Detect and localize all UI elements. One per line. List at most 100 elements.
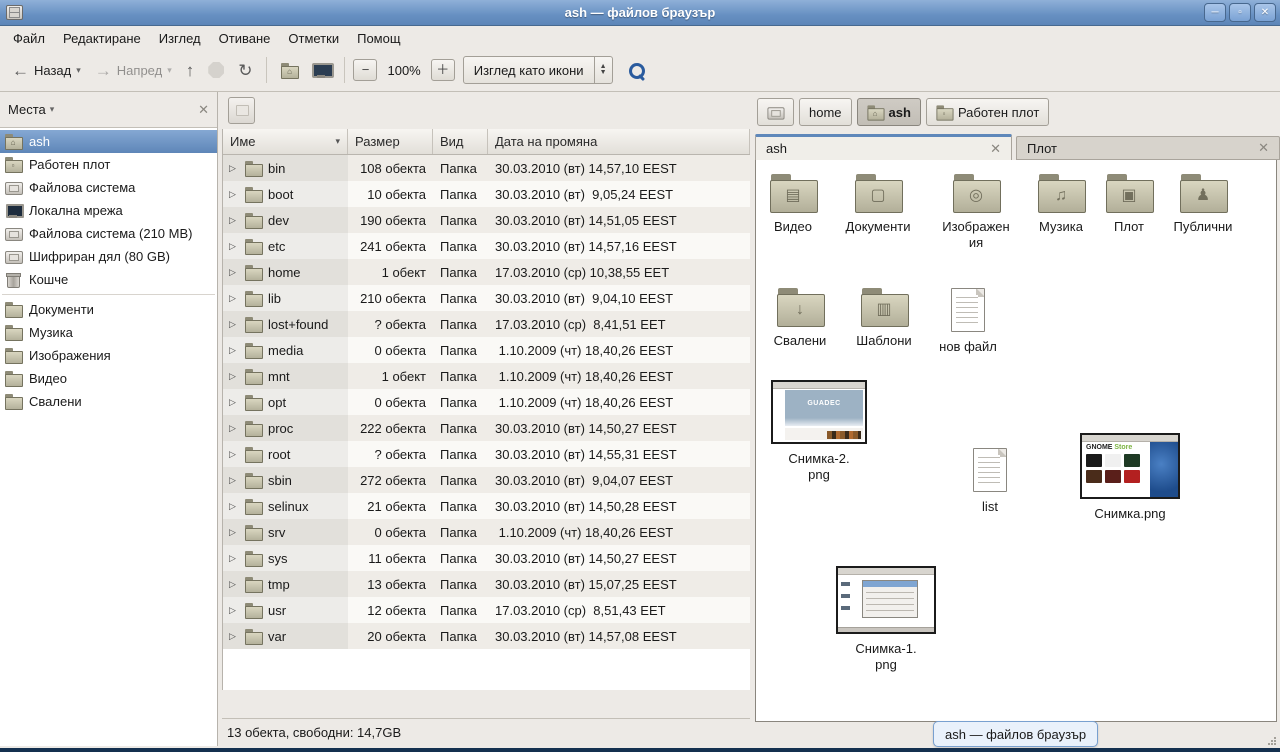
menu-item-help[interactable]: Помощ — [348, 29, 409, 48]
tree-row-sbin[interactable]: ▷sbin272 обектаПапка30.03.2010 (вт) 9,04… — [223, 467, 750, 493]
back-dropdown-icon[interactable]: ▾ — [76, 65, 81, 76]
minimize-button[interactable]: ─ — [1204, 3, 1226, 22]
menu-item-bookmarks[interactable]: Отметки — [279, 29, 348, 48]
expander-icon[interactable]: ▷ — [229, 527, 239, 538]
file-icon-list[interactable]: list — [945, 448, 1035, 515]
file-icon-newfile[interactable]: нов файл — [923, 288, 1013, 355]
expander-icon[interactable]: ▷ — [229, 579, 239, 590]
file-icon-snimka1[interactable]: Снимка-1. png — [835, 566, 937, 673]
menu-item-go[interactable]: Отиване — [210, 29, 280, 48]
expander-icon[interactable]: ▷ — [229, 371, 239, 382]
tree-row-srv[interactable]: ▷srv0 обектаПапка 1.10.2009 (чт) 18,40,2… — [223, 519, 750, 545]
file-icon-templates[interactable]: ▥Шаблони — [839, 288, 929, 349]
expander-icon[interactable]: ▷ — [229, 319, 239, 330]
pathbar-button-ash[interactable]: ⌂ash — [857, 98, 921, 126]
tree-row-boot[interactable]: ▷boot10 обектаПапка30.03.2010 (вт) 9,05,… — [223, 181, 750, 207]
column-header-size[interactable]: Размер — [348, 129, 433, 154]
tree-row-media[interactable]: ▷media0 обектаПапка 1.10.2009 (чт) 18,40… — [223, 337, 750, 363]
sidebar-item-home[interactable]: ⌂ash — [0, 130, 217, 153]
column-header-type[interactable]: Вид — [433, 129, 488, 154]
tab-close-icon[interactable]: ✕ — [1258, 140, 1269, 156]
tree-row-proc[interactable]: ▷proc222 обектаПапка30.03.2010 (вт) 14,5… — [223, 415, 750, 441]
tab-ash[interactable]: ash✕ — [755, 134, 1012, 160]
expander-icon[interactable]: ▷ — [229, 397, 239, 408]
zoom-in-button[interactable]: ＋ — [431, 59, 455, 81]
tree-row-root[interactable]: ▷root? обектаПапка30.03.2010 (вт) 14,55,… — [223, 441, 750, 467]
sidebar-item-music[interactable]: Музика — [0, 321, 217, 344]
tree-row-home[interactable]: ▷home1 обектПапка17.03.2010 (ср) 10,38,5… — [223, 259, 750, 285]
column-header-date[interactable]: Дата на промяна — [488, 129, 750, 154]
sidebar-item-desktop[interactable]: ▫Работен плот — [0, 153, 217, 176]
up-button[interactable]: ↑ — [180, 58, 201, 83]
maximize-button[interactable]: ▫ — [1229, 3, 1251, 22]
file-icon-downloads[interactable]: ↓Свалени — [755, 288, 845, 349]
tree-row-lost+found[interactable]: ▷lost+found? обектаПапка17.03.2010 (ср) … — [223, 311, 750, 337]
expander-icon[interactable]: ▷ — [229, 423, 239, 434]
home-button[interactable]: ⌂ — [275, 59, 304, 82]
location-button[interactable] — [228, 97, 255, 124]
expander-icon[interactable]: ▷ — [229, 501, 239, 512]
tree-row-sys[interactable]: ▷sys11 обектаПапка30.03.2010 (вт) 14,50,… — [223, 545, 750, 571]
sidebar-item-trash[interactable]: Кошче — [0, 268, 217, 291]
sidebar-item-documents[interactable]: Документи — [0, 298, 217, 321]
file-icon-video[interactable]: ▤Видео — [748, 174, 838, 235]
sidebar-pane-select[interactable]: Места ▾ — [8, 102, 198, 117]
tree-row-dev[interactable]: ▷dev190 обектаПапка30.03.2010 (вт) 14,51… — [223, 207, 750, 233]
expander-icon[interactable]: ▷ — [229, 449, 239, 460]
expander-icon[interactable]: ▷ — [229, 267, 239, 278]
stop-button[interactable] — [202, 58, 230, 82]
reload-button[interactable]: ↻ — [232, 58, 258, 83]
expander-icon[interactable]: ▷ — [229, 293, 239, 304]
computer-button[interactable] — [306, 59, 336, 81]
expander-icon[interactable]: ▷ — [229, 215, 239, 226]
search-button[interactable] — [615, 59, 658, 82]
titlebar[interactable]: ash — файлов браузър ─ ▫ ✕ — [0, 0, 1280, 26]
tree-row-usr[interactable]: ▷usr12 обектаПапка17.03.2010 (ср) 8,51,4… — [223, 597, 750, 623]
forward-button[interactable]: → Напред ▾ — [89, 58, 178, 83]
close-button[interactable]: ✕ — [1254, 3, 1276, 22]
file-icon-public[interactable]: ♟Публични — [1158, 174, 1248, 235]
column-header-name[interactable]: Име ▾ — [223, 129, 348, 154]
sidebar-close-icon[interactable]: ✕ — [198, 102, 209, 118]
expander-icon[interactable]: ▷ — [229, 553, 239, 564]
sidebar-item-network[interactable]: Локална мрежа — [0, 199, 217, 222]
sidebar-item-videos[interactable]: Видео — [0, 367, 217, 390]
pathbar-button-root-drive[interactable] — [757, 98, 794, 126]
file-icon-documents[interactable]: ▢Документи — [832, 174, 924, 235]
menu-item-edit[interactable]: Редактиране — [54, 29, 150, 48]
tree-row-bin[interactable]: ▷bin108 обектаПапка30.03.2010 (вт) 14,57… — [223, 155, 750, 181]
tab-close-icon[interactable]: ✕ — [990, 141, 1001, 157]
menu-item-file[interactable]: Файл — [4, 29, 54, 48]
tree-row-etc[interactable]: ▷etc241 обектаПапка30.03.2010 (вт) 14,57… — [223, 233, 750, 259]
sidebar-item-downloads[interactable]: Свалени — [0, 390, 217, 413]
expander-icon[interactable]: ▷ — [229, 475, 239, 486]
view-mode-select[interactable]: Изглед като икони ▲▼ — [463, 56, 613, 84]
sidebar-item-filesystem[interactable]: Файлова система — [0, 176, 217, 199]
zoom-out-button[interactable]: − — [353, 59, 377, 81]
tree-row-mnt[interactable]: ▷mnt1 обектПапка 1.10.2009 (чт) 18,40,26… — [223, 363, 750, 389]
spinner-arrows-icon[interactable]: ▲▼ — [594, 57, 612, 83]
tree-row-selinux[interactable]: ▷selinux21 обектаПапка30.03.2010 (вт) 14… — [223, 493, 750, 519]
file-icon-snimka[interactable]: GNOME StoreСнимка.png — [1078, 433, 1182, 522]
expander-icon[interactable]: ▷ — [229, 605, 239, 616]
tab-desktop[interactable]: Плот✕ — [1016, 136, 1280, 160]
tree-row-tmp[interactable]: ▷tmp13 обектаПапка30.03.2010 (вт) 15,07,… — [223, 571, 750, 597]
expander-icon[interactable]: ▷ — [229, 241, 239, 252]
expander-icon[interactable]: ▷ — [229, 189, 239, 200]
tree-row-var[interactable]: ▷var20 обектаПапка30.03.2010 (вт) 14,57,… — [223, 623, 750, 649]
tree-row-lib[interactable]: ▷lib210 обектаПапка30.03.2010 (вт) 9,04,… — [223, 285, 750, 311]
sidebar-item-encrypted-80gb[interactable]: Шифриран дял (80 GB) — [0, 245, 217, 268]
pathbar-button-home-dir[interactable]: home — [799, 98, 852, 126]
tree-row-opt[interactable]: ▷opt0 обектаПапка 1.10.2009 (чт) 18,40,2… — [223, 389, 750, 415]
expander-icon[interactable]: ▷ — [229, 163, 239, 174]
file-icon-pictures[interactable]: ◎Изображен ия — [930, 174, 1022, 251]
back-button[interactable]: ← Назад ▾ — [6, 58, 87, 83]
resize-grip-icon[interactable] — [1267, 736, 1277, 746]
sidebar-item-filesystem-210mb[interactable]: Файлова система (210 MB) — [0, 222, 217, 245]
file-icon-snimka2[interactable]: GUADECСнимка-2. png — [769, 380, 869, 483]
menu-item-view[interactable]: Изглед — [150, 29, 210, 48]
sidebar-item-pictures[interactable]: Изображения — [0, 344, 217, 367]
expander-icon[interactable]: ▷ — [229, 345, 239, 356]
pathbar-button-desktop[interactable]: ▫Работен плот — [926, 98, 1049, 126]
expander-icon[interactable]: ▷ — [229, 631, 239, 642]
